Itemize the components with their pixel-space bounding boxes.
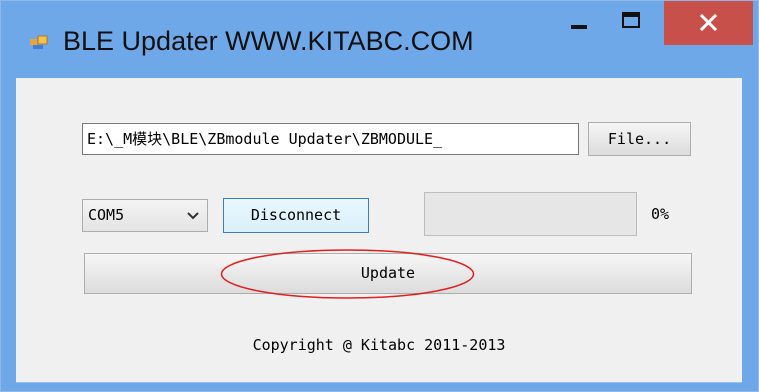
chevron-down-icon	[187, 212, 199, 220]
copyright-text: Copyright @ Kitabc 2011-2013	[252, 336, 506, 354]
app-window-icon	[30, 35, 48, 49]
progress-percent: 0%	[651, 205, 670, 223]
form-body: E:\_M模块\BLE\ZBmodule Updater\ZBMODULE_ F…	[16, 78, 742, 383]
com-port-select[interactable]: COM5	[82, 199, 208, 232]
file-path-field[interactable]: E:\_M模块\BLE\ZBmodule Updater\ZBMODULE_	[82, 123, 579, 155]
window-title: BLE Updater WWW.KITABC.COM	[63, 26, 474, 56]
minimize-icon[interactable]	[557, 1, 603, 45]
com-port-value: COM5	[88, 206, 125, 224]
app-window: BLE Updater WWW.KITABC.COM E:\_M模块\BLE\Z…	[0, 0, 759, 392]
close-icon[interactable]	[664, 1, 753, 45]
update-button[interactable]: Update	[84, 253, 692, 294]
disconnect-button[interactable]: Disconnect	[223, 198, 369, 233]
file-button[interactable]: File...	[588, 122, 691, 156]
title-bar[interactable]: BLE Updater WWW.KITABC.COM	[1, 1, 758, 77]
progress-bar	[424, 192, 637, 236]
maximize-icon[interactable]	[609, 1, 655, 45]
